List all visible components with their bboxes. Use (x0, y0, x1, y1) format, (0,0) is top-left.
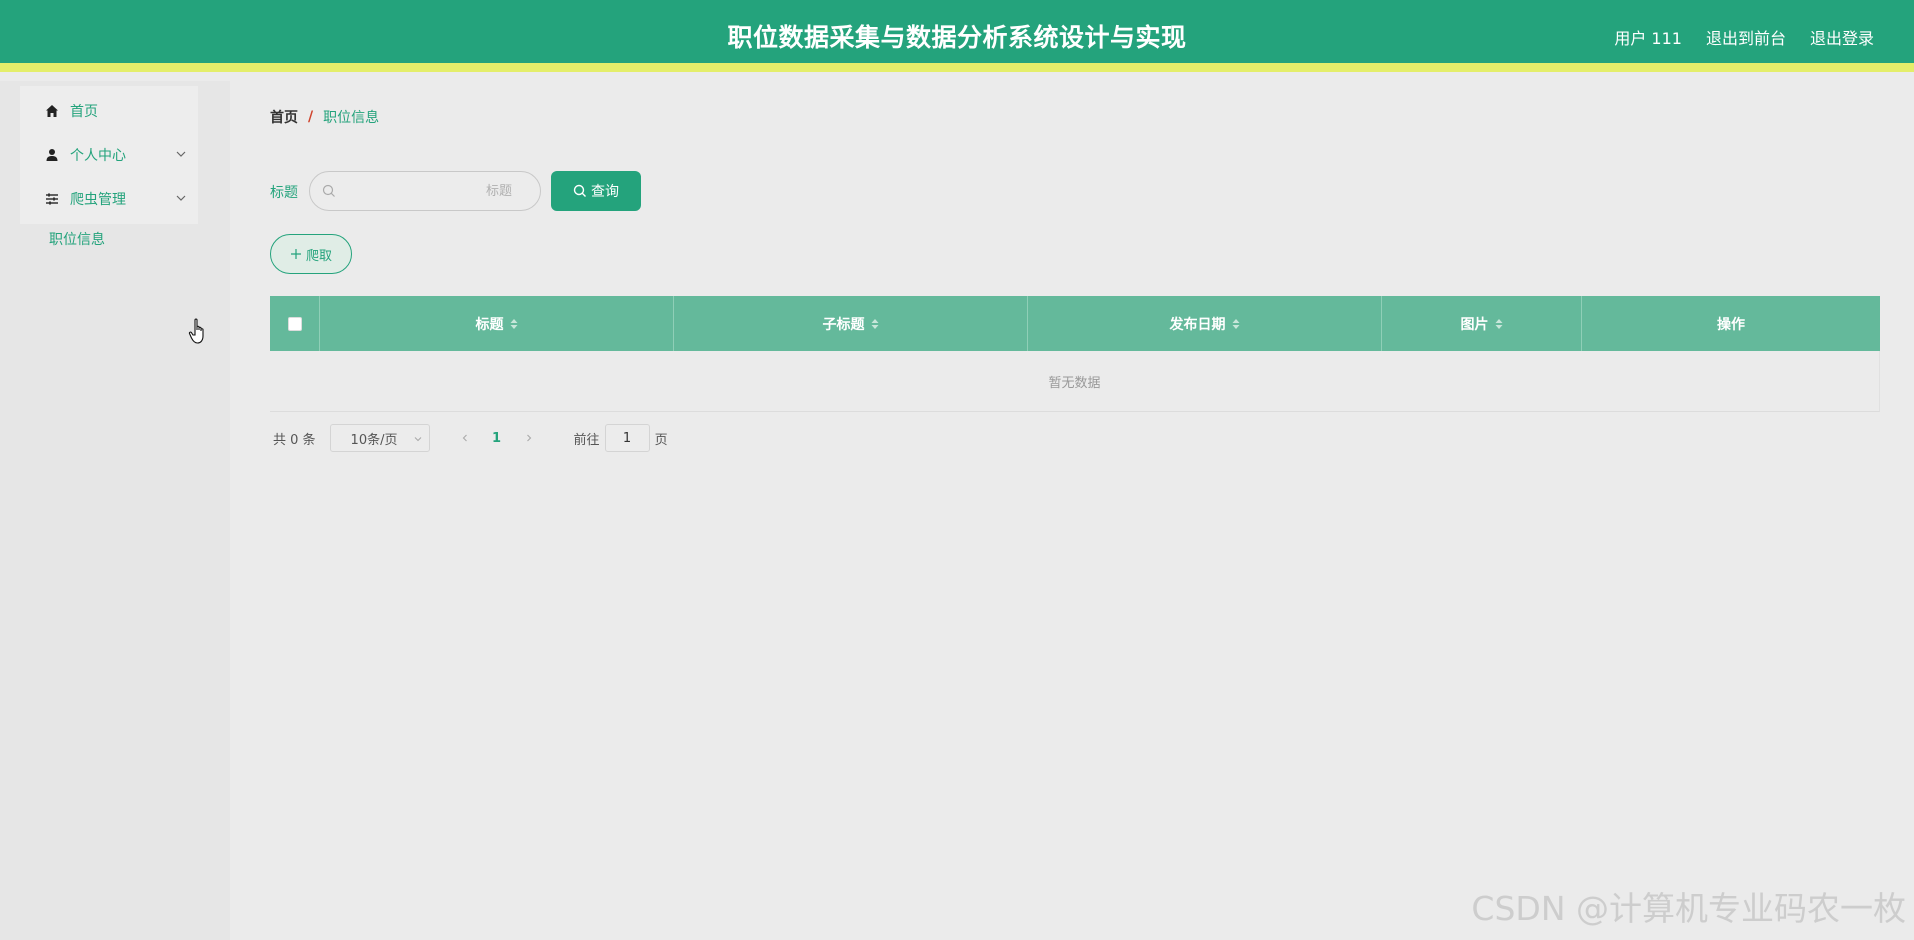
goto-label: 前往 (573, 432, 600, 448)
header-actions: 用户 111 退出到前台 退出登录 (1614, 25, 1874, 49)
breadcrumb-home[interactable]: 首页 (270, 107, 298, 127)
select-all-cell[interactable] (270, 296, 320, 351)
top-header: 职位数据采集与数据分析系统设计与实现 用户 111 退出到前台 退出登录 (0, 0, 1914, 72)
search-label: 标题 (270, 185, 298, 201)
chevron-down-icon (176, 195, 186, 201)
search-input[interactable] (342, 172, 532, 210)
sidebar-item-crawler-management[interactable]: 爬虫管理 (20, 177, 198, 221)
sidebar-item-home[interactable]: 首页 (20, 89, 198, 133)
user-label[interactable]: 用户 111 (1614, 25, 1682, 49)
breadcrumb-separator: / (308, 109, 314, 125)
page-suffix: 页 (654, 432, 668, 448)
search-icon (573, 184, 586, 197)
table-empty-state: 暂无数据 (270, 351, 1880, 412)
sidebar-subitem-job-info[interactable]: 职位信息 (49, 229, 105, 249)
data-table: 标题 子标题 发布日期 图片 操作 暂无数据 (270, 296, 1880, 412)
column-header-subtitle[interactable]: 子标题 (674, 296, 1028, 351)
pagination: 共 0 条 10条/页 1 前往 页 (270, 423, 668, 453)
table-header: 标题 子标题 发布日期 图片 操作 (270, 296, 1880, 351)
select-all-checkbox[interactable] (287, 316, 302, 331)
column-label: 发布日期 (1169, 316, 1226, 333)
crawl-button[interactable]: 爬取 (270, 234, 352, 274)
next-page-button[interactable] (514, 433, 544, 443)
sidebar-item-label: 首页 (70, 104, 98, 120)
sort-icon[interactable] (871, 318, 879, 330)
page-size-value: 10条/页 (350, 432, 398, 448)
breadcrumb-current: 职位信息 (323, 110, 380, 126)
sort-icon[interactable] (1495, 318, 1503, 330)
empty-text: 暂无数据 (1048, 375, 1101, 391)
query-button-label: 查询 (591, 184, 619, 200)
search-field[interactable] (309, 171, 541, 211)
sort-icon[interactable] (1232, 318, 1240, 330)
watermark: CSDN @计算机专业码农一枚 (1471, 889, 1906, 928)
logout-link[interactable]: 退出登录 (1810, 25, 1874, 49)
search-icon (322, 184, 335, 197)
column-label: 子标题 (822, 316, 865, 333)
home-icon (44, 103, 60, 119)
hand-cursor-icon (188, 318, 204, 344)
chevron-right-icon (526, 434, 531, 442)
crawl-button-label: 爬取 (305, 248, 332, 264)
sidebar: 首页 个人中心 爬虫管理 职位信息 (0, 81, 230, 940)
sliders-icon (44, 191, 60, 207)
sidebar-item-label: 个人中心 (70, 148, 126, 164)
sidebar-item-label: 爬虫管理 (70, 192, 126, 208)
back-to-front-link[interactable]: 退出到前台 (1706, 25, 1786, 49)
pagination-total: 共 0 条 (273, 432, 316, 448)
column-header-publish-date[interactable]: 发布日期 (1028, 296, 1382, 351)
chevron-down-icon (414, 437, 421, 442)
page-number[interactable]: 1 (480, 431, 514, 446)
goto-page-input[interactable] (604, 424, 650, 452)
column-label: 图片 (1460, 316, 1489, 333)
column-label: 标题 (475, 316, 504, 333)
column-header-image[interactable]: 图片 (1382, 296, 1582, 351)
column-header-actions: 操作 (1582, 296, 1880, 351)
column-header-title[interactable]: 标题 (320, 296, 674, 351)
sidebar-menu: 首页 个人中心 爬虫管理 (20, 86, 198, 224)
main-content: 首页 / 职位信息 标题 查询 爬取 标题 子标题 发布日期 (230, 81, 1914, 940)
sort-icon[interactable] (510, 318, 518, 330)
chevron-left-icon (462, 434, 467, 442)
user-icon (44, 147, 60, 163)
breadcrumb: 首页 / 职位信息 (270, 107, 379, 127)
column-label: 操作 (1717, 316, 1745, 333)
prev-page-button[interactable] (450, 433, 480, 443)
plus-icon (290, 249, 301, 259)
sidebar-item-personal-center[interactable]: 个人中心 (20, 133, 198, 177)
page-size-select[interactable]: 10条/页 (329, 424, 430, 452)
query-button[interactable]: 查询 (551, 171, 641, 211)
chevron-down-icon (176, 151, 186, 157)
